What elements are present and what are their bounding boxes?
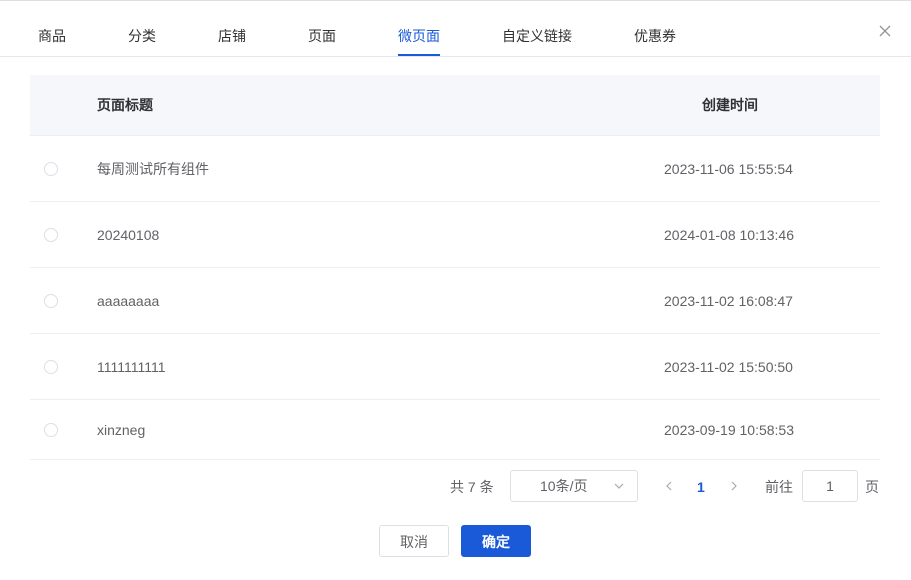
chevron-left-icon[interactable] <box>663 480 675 492</box>
column-header-created: 创建时间 <box>702 97 758 113</box>
table-row[interactable]: xinzneg 2023-09-19 10:58:53 <box>30 400 880 460</box>
tab-pages[interactable]: 页面 <box>308 24 336 56</box>
table-row[interactable]: 20240108 2024-01-08 10:13:46 <box>30 202 880 268</box>
tab-stores[interactable]: 店铺 <box>218 24 246 56</box>
goto-suffix: 页 <box>865 479 879 495</box>
row-created-time: 2024-01-08 10:13:46 <box>664 226 794 243</box>
page-size-value: 10条/页 <box>540 478 588 494</box>
cancel-button[interactable]: 取消 <box>379 525 449 557</box>
row-title: xinzneg <box>97 421 146 438</box>
table-row[interactable]: aaaaaaaa 2023-11-02 16:08:47 <box>30 268 880 334</box>
goto-page-input[interactable] <box>802 470 858 502</box>
micro-page-table: 页面标题 创建时间 每周测试所有组件 2023-11-06 15:55:54 2… <box>30 75 880 460</box>
row-radio[interactable] <box>44 161 58 176</box>
row-radio[interactable] <box>44 359 58 374</box>
row-created-time: 2023-11-06 15:55:54 <box>664 160 793 177</box>
chevron-down-icon <box>614 483 624 489</box>
close-icon[interactable] <box>876 22 894 40</box>
chevron-right-icon[interactable] <box>728 480 740 492</box>
table-row[interactable]: 每周测试所有组件 2023-11-06 15:55:54 <box>30 136 880 202</box>
tab-custom-link[interactable]: 自定义链接 <box>502 24 572 56</box>
page-number-current[interactable]: 1 <box>697 478 705 496</box>
table-row[interactable]: 1111111111 2023-11-02 15:50:50 <box>30 334 880 400</box>
tab-coupons[interactable]: 优惠券 <box>634 24 676 56</box>
row-created-time: 2023-11-02 16:08:47 <box>664 292 793 309</box>
table-header: 页面标题 创建时间 <box>30 75 880 136</box>
tab-micro-pages[interactable]: 微页面 <box>398 24 440 56</box>
tab-products[interactable]: 商品 <box>38 24 66 56</box>
column-header-title: 页面标题 <box>97 97 153 113</box>
page-size-select[interactable]: 10条/页 <box>510 470 638 502</box>
row-radio[interactable] <box>44 422 58 437</box>
tab-categories[interactable]: 分类 <box>128 24 156 56</box>
row-radio[interactable] <box>44 293 58 308</box>
row-title: 每周测试所有组件 <box>97 160 209 177</box>
goto-label: 前往 <box>765 479 793 495</box>
pagination-total: 共 7 条 <box>450 479 494 495</box>
row-created-time: 2023-09-19 10:58:53 <box>664 421 794 438</box>
row-title: aaaaaaaa <box>97 292 160 309</box>
row-title: 20240108 <box>97 226 160 243</box>
tab-bar: 商品 分类 店铺 页面 微页面 自定义链接 优惠券 <box>0 0 911 57</box>
row-radio[interactable] <box>44 227 58 242</box>
confirm-button[interactable]: 确定 <box>461 525 531 557</box>
row-title: 1111111111 <box>97 358 166 375</box>
row-created-time: 2023-11-02 15:50:50 <box>664 358 793 375</box>
